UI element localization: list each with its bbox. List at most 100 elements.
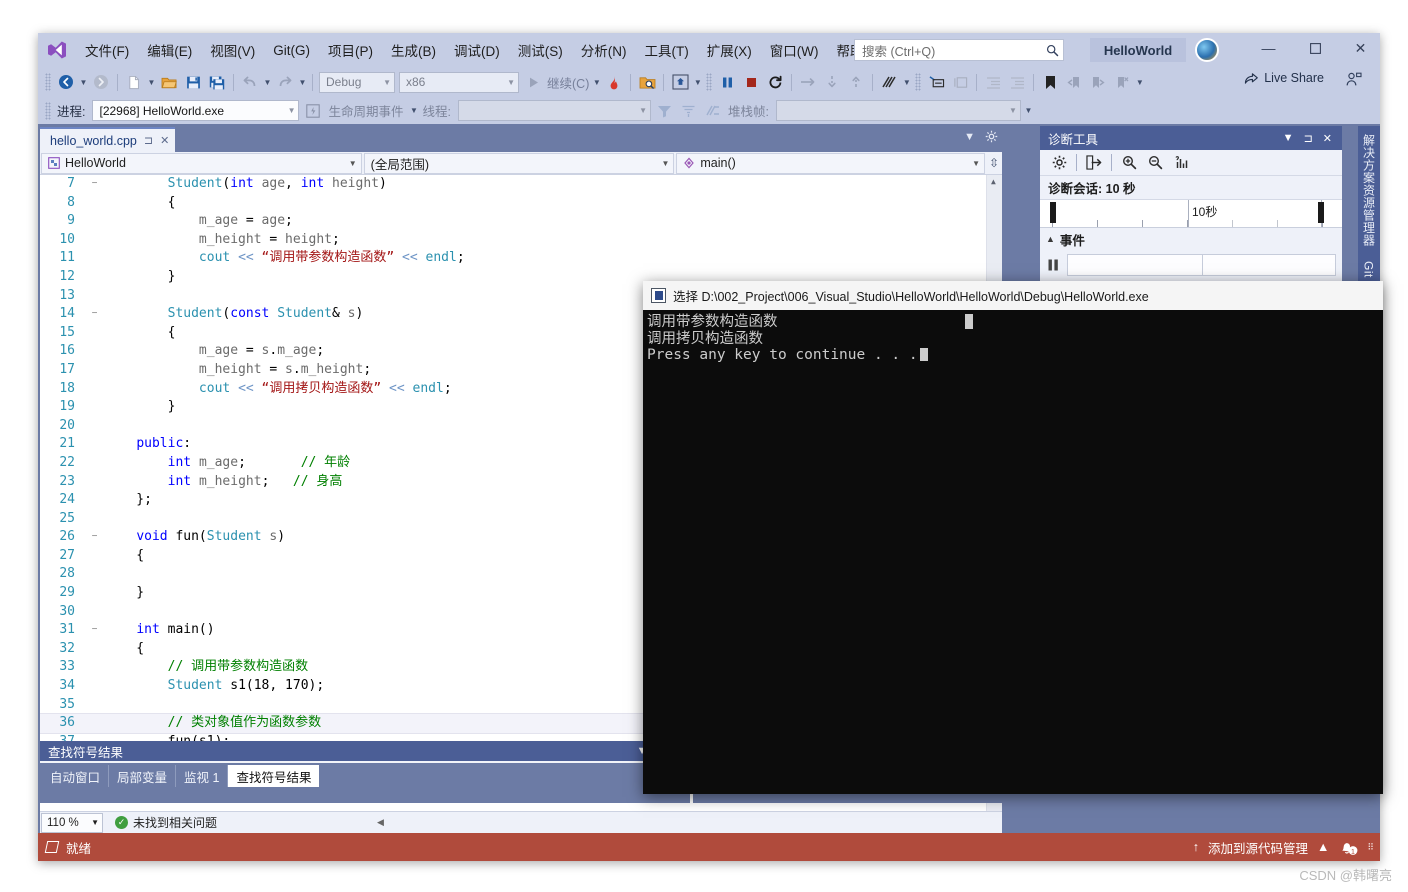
open-file-icon[interactable] <box>157 70 181 94</box>
toolbar-grip-2[interactable] <box>706 73 713 91</box>
continue-dropdown-icon[interactable]: ▼ <box>591 78 602 87</box>
panel-dropdown-icon[interactable]: ▼ <box>1278 132 1299 144</box>
bookmark-icon[interactable] <box>1038 70 1062 94</box>
step-dropdown-icon[interactable]: ▼ <box>692 78 703 87</box>
build-platform-select[interactable]: x86 ▼ <box>399 71 519 93</box>
step-into-icon[interactable] <box>820 70 844 94</box>
undo-dropdown-icon[interactable]: ▼ <box>262 78 273 87</box>
console-output[interactable]: 调用带参数构造函数 调用拷贝构造函数 Press any key to cont… <box>643 310 1383 794</box>
fold-toggle-icon[interactable]: − <box>86 305 103 324</box>
notifications-bell-icon[interactable]: 1 <box>1338 838 1358 856</box>
stackframe-select[interactable]: ▼ <box>775 100 1021 121</box>
menu-item-window[interactable]: 窗口(W) <box>761 36 828 64</box>
thread-markers-icon[interactable] <box>701 99 725 123</box>
debug-toolbar-grip[interactable] <box>45 101 51 120</box>
scroll-up-icon[interactable]: ▲ <box>991 177 996 186</box>
step-out-icon[interactable] <box>844 70 868 94</box>
redo-icon[interactable] <box>273 70 297 94</box>
navigate-back-dropdown-icon[interactable]: ▼ <box>78 78 89 87</box>
increase-indent-icon[interactable] <box>1005 70 1029 94</box>
vertical-tab-solution-explorer[interactable]: 解决方案资源管理器 <box>1361 134 1378 247</box>
lifecycle-events-icon[interactable] <box>301 99 325 123</box>
previous-bookmark-icon[interactable] <box>1062 70 1086 94</box>
export-diagnostics-icon[interactable] <box>1081 152 1107 174</box>
comment-selection-icon[interactable] <box>924 70 948 94</box>
uncomment-selection-icon[interactable] <box>948 70 972 94</box>
redo-dropdown-icon[interactable]: ▼ <box>297 78 308 87</box>
new-file-dropdown-icon[interactable]: ▼ <box>146 78 157 87</box>
diagnostic-chart-icon[interactable] <box>1168 152 1194 174</box>
toolbar-grip-3[interactable] <box>915 73 922 91</box>
threads-dropdown-icon[interactable]: ▼ <box>901 78 912 87</box>
tab-list-dropdown-icon[interactable]: ▼ <box>964 131 975 143</box>
next-bookmark-icon[interactable] <box>1086 70 1110 94</box>
build-configuration-select[interactable]: Debug ▼ <box>319 71 395 93</box>
menu-item-debug[interactable]: 调试(D) <box>445 36 509 64</box>
window-minimize-button[interactable]: — <box>1246 33 1291 63</box>
menu-item-test[interactable]: 测试(S) <box>509 36 572 64</box>
gear-icon[interactable] <box>985 130 998 143</box>
lifecycle-dropdown-icon[interactable]: ▼ <box>409 106 420 115</box>
scroll-left-icon[interactable]: ◀ <box>377 817 384 828</box>
split-editor-icon[interactable]: ⇳ <box>986 156 1002 170</box>
diagnostic-settings-gear-icon[interactable] <box>1046 152 1072 174</box>
bottom-left-tab-2[interactable]: 监视 1 <box>176 765 229 787</box>
avatar[interactable] <box>1195 38 1219 62</box>
debug-toolbar-overflow-icon[interactable]: ▼ <box>1023 106 1034 115</box>
console-title-bar[interactable]: 选择 D:\002_Project\006_Visual_Studio\Hell… <box>643 281 1383 310</box>
bottom-left-tab-3[interactable]: 查找符号结果 <box>228 765 320 787</box>
toolbar-grip[interactable] <box>45 73 51 91</box>
clear-bookmarks-icon[interactable] <box>1110 70 1134 94</box>
menu-item-build[interactable]: 生成(B) <box>382 36 445 64</box>
threads-icon[interactable] <box>877 70 901 94</box>
menu-item-tools[interactable]: 工具(T) <box>636 36 698 64</box>
live-share-button[interactable]: Live Share <box>1244 71 1324 85</box>
code-line[interactable]: 9 m_age = age; <box>40 212 1002 231</box>
feedback-person-icon[interactable] <box>1346 72 1362 87</box>
pin-panel-icon[interactable]: ⊐ <box>1299 132 1318 145</box>
menu-item-edit[interactable]: 编辑(E) <box>138 36 201 64</box>
code-line[interactable]: 10 m_height = height; <box>40 231 1002 250</box>
continue-button-label[interactable]: 继续(C) <box>545 73 591 92</box>
bottom-left-tab-1[interactable]: 局部变量 <box>109 765 177 787</box>
nav-project-select[interactable]: HelloWorld ▼ <box>41 152 362 174</box>
nav-scope-select[interactable]: (全局范围) ▼ <box>363 152 675 174</box>
code-line[interactable]: 8 { <box>40 194 1002 213</box>
search-input[interactable]: 搜索 (Ctrl+Q) <box>854 39 1064 61</box>
toolbar-overflow-icon[interactable]: ▼ <box>1134 78 1145 87</box>
process-select[interactable]: [22968] HelloWorld.exe ▼ <box>92 100 300 121</box>
resize-grip[interactable]: ⠿ <box>1367 842 1374 853</box>
fold-toggle-icon[interactable]: − <box>86 528 103 547</box>
thread-select[interactable]: ▼ <box>457 100 651 121</box>
menu-item-view[interactable]: 视图(V) <box>201 36 264 64</box>
bottom-left-tab-0[interactable]: 自动窗口 <box>42 765 110 787</box>
decrease-indent-icon[interactable] <box>981 70 1005 94</box>
navigate-forward-icon[interactable] <box>89 70 113 94</box>
code-line[interactable]: 11 cout << “调用带参数构造函数” << endl; <box>40 249 1002 268</box>
zoom-in-icon[interactable] <box>1116 152 1142 174</box>
window-maximize-button[interactable] <box>1293 33 1338 63</box>
source-control-chevron-icon[interactable]: ▲ <box>1317 840 1329 854</box>
fold-toggle-icon[interactable]: − <box>86 621 103 640</box>
zoom-out-icon[interactable] <box>1142 152 1168 174</box>
diagnostic-events-header[interactable]: ▲ 事件 <box>1040 228 1342 250</box>
menu-item-file[interactable]: 文件(F) <box>76 36 138 64</box>
save-file-icon[interactable] <box>181 70 205 94</box>
menu-item-analyze[interactable]: 分析(N) <box>572 36 636 64</box>
document-tab-hello-world-cpp[interactable]: hello_world.cpp ⊐ ✕ <box>40 127 176 152</box>
hot-reload-icon[interactable] <box>602 70 626 94</box>
navigate-back-icon[interactable] <box>54 70 78 94</box>
add-to-source-control-button[interactable]: 添加到源代码管理 <box>1208 838 1308 857</box>
find-in-files-icon[interactable] <box>635 70 659 94</box>
menu-item-project[interactable]: 项目(P) <box>319 36 382 64</box>
step-into-home-icon[interactable] <box>668 70 692 94</box>
new-file-icon[interactable] <box>122 70 146 94</box>
menu-item-git[interactable]: Git(G) <box>264 39 319 62</box>
close-panel-icon[interactable]: ✕ <box>1318 132 1337 145</box>
pause-icon[interactable] <box>715 70 739 94</box>
save-all-icon[interactable] <box>205 70 229 94</box>
menu-item-extensions[interactable]: 扩展(X) <box>698 36 761 64</box>
events-track[interactable] <box>1067 254 1336 276</box>
nav-member-select[interactable]: main() ▼ <box>676 152 986 174</box>
collapse-threads-icon[interactable] <box>677 99 701 123</box>
